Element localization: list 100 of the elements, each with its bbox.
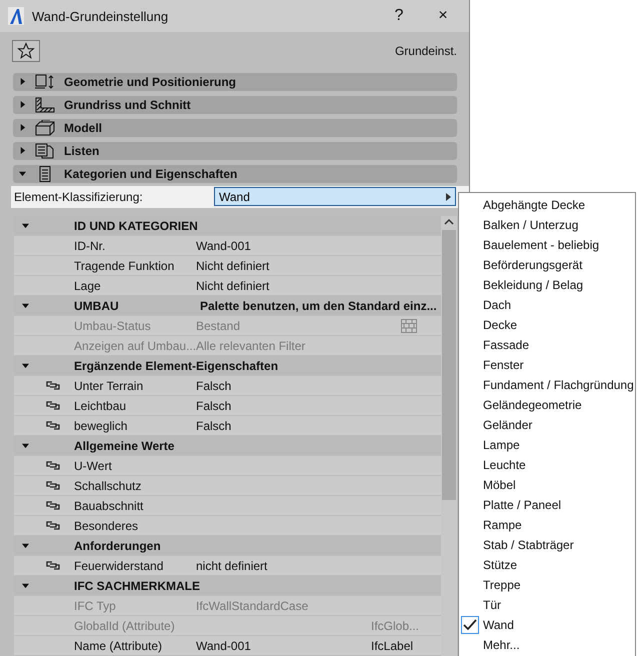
menu-item[interactable]: Tür — [459, 595, 635, 615]
menu-item-label: Tür — [483, 598, 501, 612]
menu-item-label: Abgehängte Decke — [483, 198, 586, 212]
preset-label: Grundeinst. — [394, 44, 457, 58]
property-value: Alle relevanten Filter — [196, 338, 306, 352]
menu-item[interactable]: Wand — [459, 615, 635, 635]
property-value: Wand-001 — [196, 238, 251, 252]
panel-title: Listen — [64, 144, 100, 158]
property-row[interactable]: U-Wert — [14, 456, 441, 476]
menu-item[interactable]: Bekleidung / Belag — [459, 275, 635, 295]
menu-item-label: Geländegeometrie — [483, 398, 582, 412]
property-value: Nicht definiert — [196, 278, 270, 292]
group-title: IFC SACHMERKMALE — [74, 578, 201, 592]
property-name: Name (Attribute) — [74, 638, 164, 652]
property-row[interactable]: Feuerwiderstand nicht definiert — [14, 556, 441, 576]
property-name: Lage — [74, 278, 102, 292]
menu-item[interactable]: Treppe — [459, 575, 635, 595]
menu-item[interactable]: Geländer — [459, 415, 635, 435]
link-icon — [46, 561, 60, 570]
menu-item[interactable]: Rampe — [459, 515, 635, 535]
menu-item-label: Fassade — [483, 338, 530, 352]
expand-arrow-icon[interactable] — [19, 147, 26, 154]
panel-header[interactable]: Modell — [13, 118, 457, 136]
menu-item[interactable]: Fassade — [459, 335, 635, 355]
help-button[interactable]: ? — [381, 2, 417, 30]
spreadsheet-icon — [34, 142, 56, 158]
property-row[interactable]: beweglich Falsch — [14, 416, 441, 436]
app-logo-icon — [8, 7, 24, 25]
menu-item[interactable]: Decke — [459, 315, 635, 335]
link-icon — [46, 401, 60, 410]
close-button[interactable]: × — [425, 2, 461, 30]
menu-item-label: Möbel — [483, 478, 516, 492]
panel-header[interactable]: Listen — [13, 142, 457, 160]
menu-item-label: Beförderungsgerät — [483, 258, 582, 272]
expand-arrow-icon[interactable] — [19, 78, 26, 85]
property-name: Unter Terrain — [74, 378, 144, 392]
property-name: beweglich — [74, 418, 128, 432]
property-row[interactable]: Schallschutz — [14, 476, 441, 496]
menu-item-label: Platte / Paneel — [483, 498, 562, 512]
menu-item[interactable]: Beförderungsgerät — [459, 255, 635, 275]
property-value: Bestand — [196, 318, 240, 332]
group-title: Ergänzende Element-Eigenschaften — [74, 358, 280, 372]
menu-item[interactable]: Möbel — [459, 475, 635, 495]
menu-item[interactable]: Leuchte — [459, 455, 635, 475]
property-row[interactable]: Unter Terrain Falsch — [14, 376, 441, 396]
menu-item-label: Treppe — [483, 578, 521, 592]
property-name: Besonderes — [74, 518, 140, 532]
menu-item-label: Stütze — [483, 558, 518, 572]
collapse-arrow-icon[interactable] — [22, 582, 29, 589]
scrollbar[interactable] — [441, 216, 457, 656]
expand-arrow-icon[interactable] — [19, 124, 26, 131]
property-row[interactable]: ID-Nr. Wand-001 — [14, 236, 441, 256]
scroll-thumb[interactable] — [442, 230, 456, 500]
menu-item[interactable]: Fundament / Flachgründung — [459, 375, 635, 395]
property-row[interactable]: Lage Nicht definiert — [14, 276, 441, 296]
property-row[interactable]: Besonderes — [14, 516, 441, 536]
property-row[interactable]: Bauabschnitt — [14, 496, 441, 516]
menu-item[interactable]: Platte / Paneel — [459, 495, 635, 515]
group-title: UMBAU — [74, 298, 120, 312]
menu-item[interactable]: Fenster — [459, 355, 635, 375]
checkmark-icon — [463, 619, 477, 631]
property-value: Falsch — [196, 398, 232, 412]
property-value: Falsch — [196, 378, 232, 392]
classification-label: Element-Klassifizierung: — [14, 190, 144, 204]
classification-dropdown[interactable]: Wand — [214, 187, 456, 206]
expand-arrow-icon[interactable] — [19, 101, 26, 108]
menu-item[interactable]: Stab / Stabträger — [459, 535, 635, 555]
menu-item[interactable]: Stütze — [459, 555, 635, 575]
property-row[interactable]: Name (Attribute) Wand-001 IfcLabel — [14, 636, 441, 656]
menu-item[interactable]: Abgehängte Decke — [459, 195, 635, 215]
collapse-arrow-icon[interactable] — [19, 170, 26, 177]
menu-item[interactable]: Lampe — [459, 435, 635, 455]
menu-item-label: Bauelement - beliebig — [483, 238, 600, 252]
property-row[interactable]: Leichtbau Falsch — [14, 396, 441, 416]
collapse-arrow-icon[interactable] — [22, 542, 29, 549]
menu-item[interactable]: Dach — [459, 295, 635, 315]
link-icon — [46, 501, 60, 510]
collapse-arrow-icon[interactable] — [22, 362, 29, 369]
link-icon — [46, 421, 60, 430]
favorites-button[interactable] — [12, 40, 40, 62]
panel-header[interactable]: Grundriss und Schnitt — [13, 96, 457, 114]
menu-item[interactable]: Mehr... — [459, 635, 635, 655]
collapse-arrow-icon[interactable] — [22, 442, 29, 449]
collapse-arrow-icon[interactable] — [22, 222, 29, 229]
menu-item-label: Rampe — [483, 518, 522, 532]
property-value: Nicht definiert — [196, 258, 270, 272]
menu-item[interactable]: Bauelement - beliebig — [459, 235, 635, 255]
property-type: IfcGlob... — [371, 618, 420, 632]
property-name: Anzeigen auf Umbau... — [74, 338, 196, 352]
menu-item-label: Balken / Unterzug — [483, 218, 578, 232]
menu-item[interactable]: Geländegeometrie — [459, 395, 635, 415]
box-arrows-icon — [34, 74, 56, 90]
menu-item[interactable]: Balken / Unterzug — [459, 215, 635, 235]
menu-item-label: Fenster — [483, 358, 524, 372]
collapse-arrow-icon[interactable] — [22, 302, 29, 309]
panel-header[interactable]: Kategorien und Eigenschaften — [13, 164, 457, 182]
link-icon — [46, 521, 60, 530]
property-row[interactable]: Tragende Funktion Nicht definiert — [14, 256, 441, 276]
panel-header[interactable]: Geometrie und Positionierung — [13, 72, 457, 90]
property-type: IfcLabel — [371, 638, 414, 652]
